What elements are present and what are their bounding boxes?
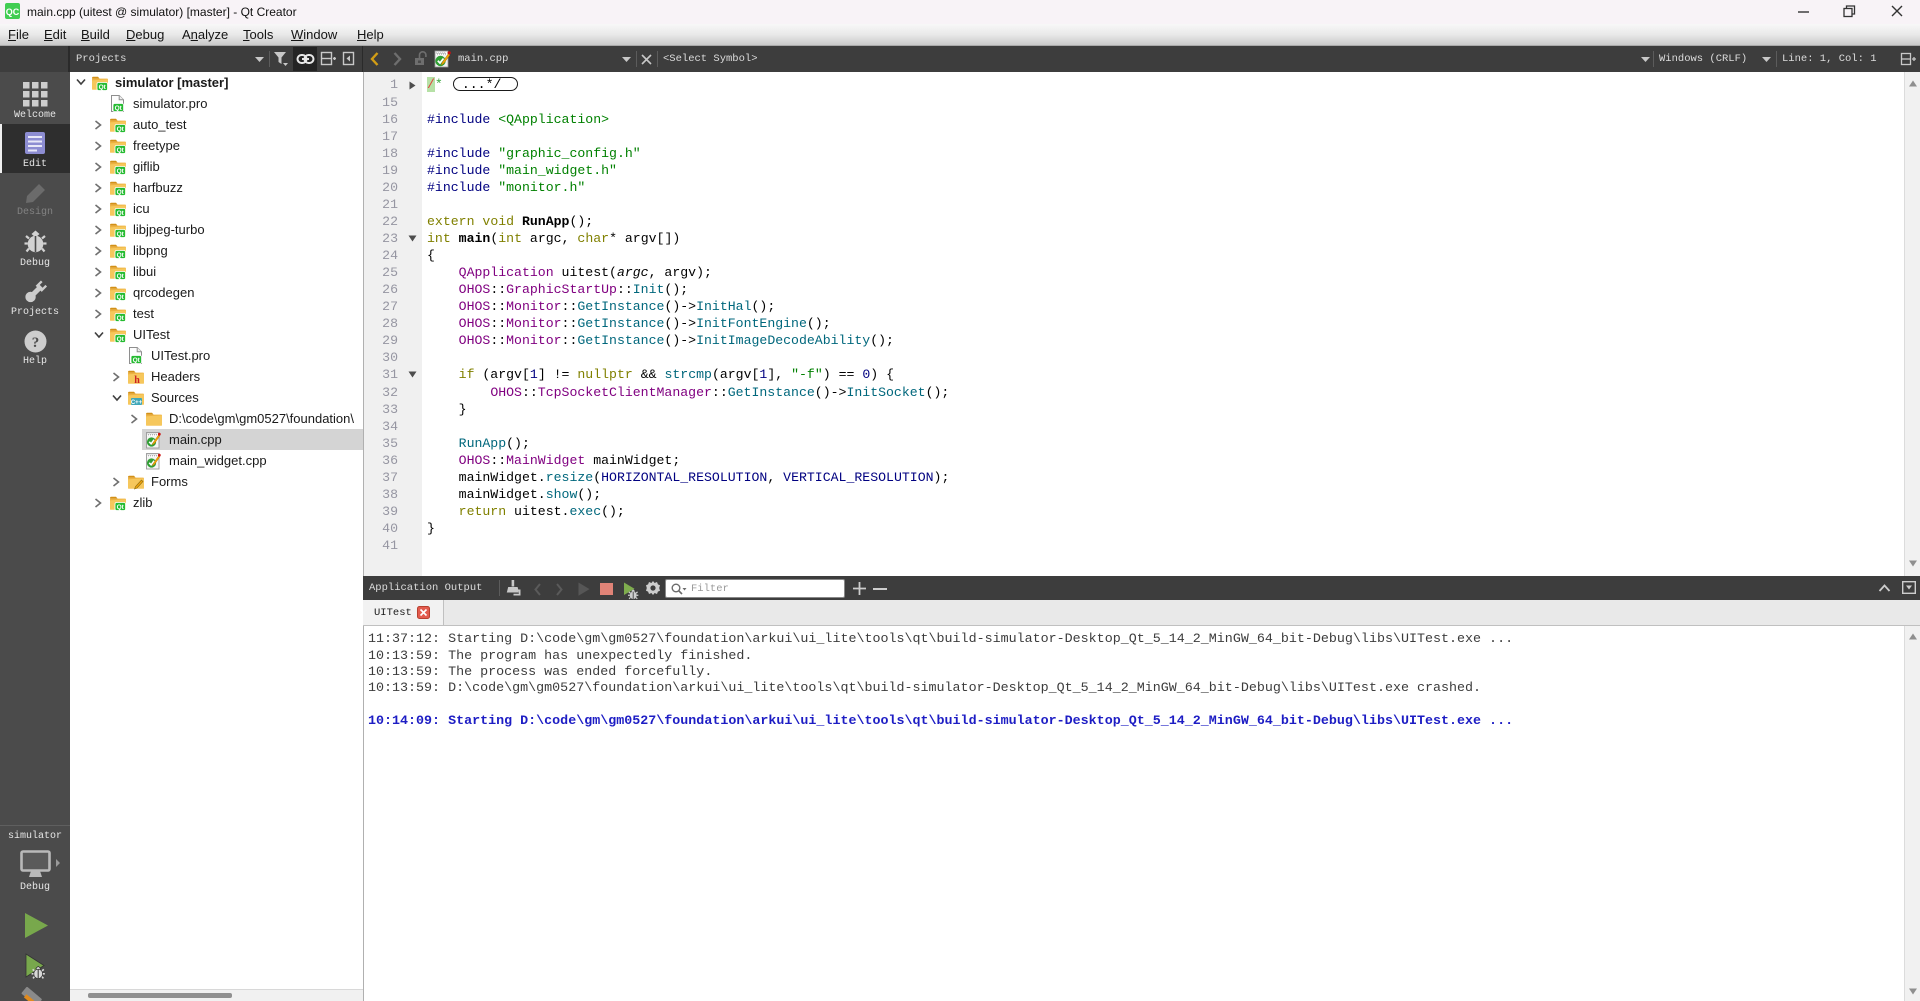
svg-text:C++: C++ <box>131 399 143 405</box>
svg-text:h: h <box>134 375 140 386</box>
svg-text:?: ? <box>32 335 40 351</box>
svg-text:QC: QC <box>6 7 20 17</box>
